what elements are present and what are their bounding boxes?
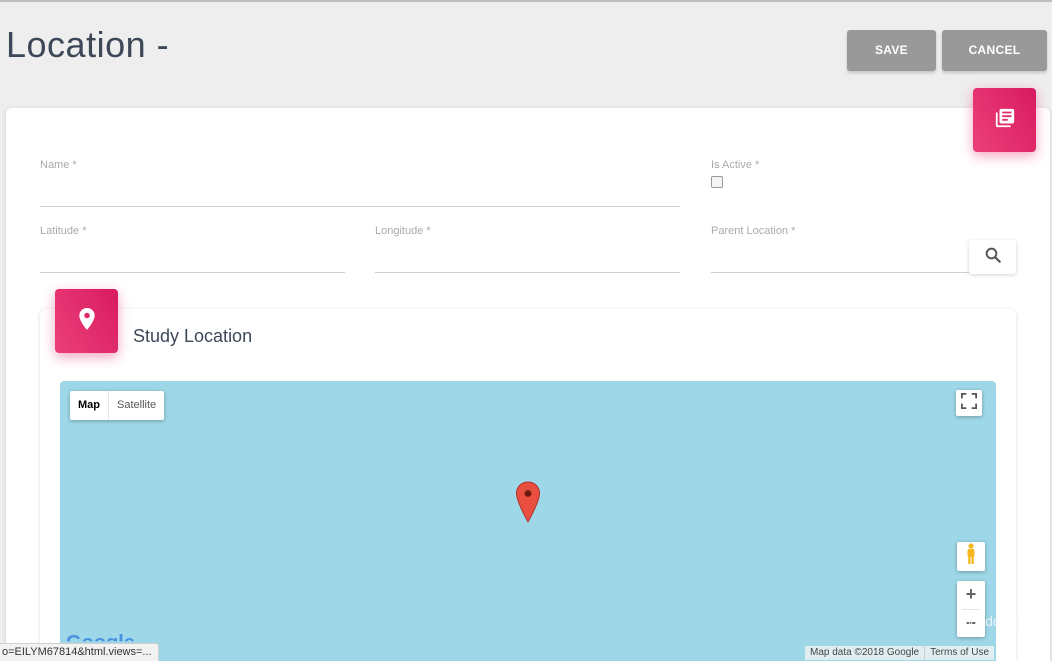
library-books-icon <box>994 107 1016 134</box>
map-attribution: Map data ©2018 Google Terms of Use <box>805 646 995 660</box>
fullscreen-button[interactable] <box>956 390 982 416</box>
zoom-in-button[interactable]: + <box>957 581 985 609</box>
place-icon <box>78 307 96 335</box>
latitude-label: Latitude * <box>40 225 87 237</box>
location-marker-icon[interactable] <box>515 481 541 528</box>
save-button[interactable]: SAVE <box>847 30 936 71</box>
parent-location-search-button[interactable] <box>969 240 1016 274</box>
study-location-icon-badge <box>55 289 118 353</box>
is-active-label: Is Active * <box>711 159 760 171</box>
pegman-icon <box>965 543 977 570</box>
street-view-pegman-button[interactable] <box>957 542 985 571</box>
parent-location-input[interactable] <box>711 272 969 273</box>
map-type-map-button[interactable]: Map <box>70 391 109 420</box>
latitude-input[interactable] <box>40 272 345 273</box>
cancel-button[interactable]: CANCEL <box>942 30 1047 71</box>
name-input[interactable] <box>40 206 680 207</box>
status-bar-url: o=EILYM67814&html.views=... <box>0 643 159 661</box>
google-map[interactable]: Map Satellite + − Map data ©2018 Google … <box>60 381 996 661</box>
map-type-control: Map Satellite <box>70 391 165 420</box>
map-type-satellite-button[interactable]: Satellite <box>109 391 164 420</box>
parent-location-label: Parent Location * <box>711 225 796 237</box>
is-active-checkbox[interactable] <box>711 176 723 188</box>
longitude-input[interactable] <box>375 272 680 273</box>
longitude-label: Longitude * <box>375 225 431 237</box>
name-label: Name * <box>40 159 77 171</box>
top-border <box>0 0 1052 2</box>
page-title: Location - <box>6 24 170 65</box>
search-icon <box>984 246 1002 269</box>
fullscreen-icon <box>961 392 977 414</box>
study-location-title: Study Location <box>133 326 253 346</box>
windows-watermark: Windows. <box>961 613 1022 629</box>
map-data-text: Map data ©2018 Google <box>810 647 920 658</box>
form-header-icon-badge <box>973 88 1036 152</box>
terms-of-use-link[interactable]: Terms of Use <box>924 646 994 660</box>
